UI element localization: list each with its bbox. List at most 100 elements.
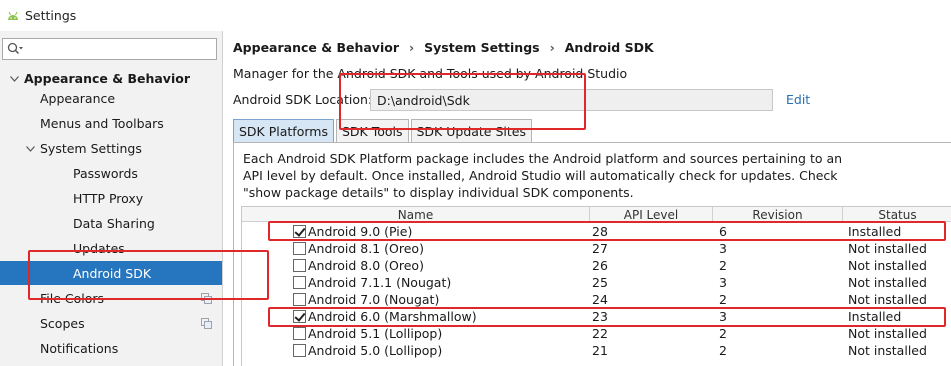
package-checkbox[interactable] — [293, 276, 306, 289]
sidebar-item-label: File Colors — [40, 291, 105, 306]
api-level-cell: 26 — [592, 258, 608, 273]
sidebar-item-label: Menus and Toolbars — [40, 116, 164, 131]
title-bar: Settings — [0, 0, 951, 31]
breadcrumb-separator-icon: › — [549, 40, 555, 55]
package-checkbox[interactable] — [293, 344, 306, 357]
status-cell: Not installed — [848, 343, 927, 358]
sidebar-item-label: Appearance — [40, 91, 116, 106]
package-name-cell: Android 9.0 (Pie) — [308, 224, 413, 239]
sidebar-item-updates[interactable]: Updates — [0, 236, 222, 261]
search-icon[interactable] — [7, 42, 23, 56]
sdk-location-field[interactable]: D:\android\Sdk — [370, 89, 773, 111]
project-scope-icon — [201, 317, 212, 329]
sidebar-item-label: Data Sharing — [73, 216, 155, 231]
table-header: Name API Level Revision Status — [242, 207, 951, 222]
sidebar-item-notifications[interactable]: Notifications — [0, 336, 222, 361]
breadcrumb-item: System Settings — [424, 40, 540, 55]
sidebar-item-file-colors[interactable]: File Colors — [0, 286, 222, 311]
sidebar-item-system-settings[interactable]: System Settings — [0, 136, 222, 161]
status-cell: Installed — [848, 224, 902, 239]
table-row[interactable]: Android 7.1.1 (Nougat) 25 3 Not installed — [242, 274, 951, 291]
package-name-cell: Android 8.0 (Oreo) — [308, 258, 424, 273]
search-input[interactable] — [2, 38, 217, 60]
package-name-cell: Android 8.1 (Oreo) — [308, 241, 424, 256]
api-level-cell: 25 — [592, 275, 608, 290]
tab-bar: SDK Platforms SDK Tools SDK Update Sites — [233, 119, 534, 142]
column-header-name[interactable]: Name — [242, 207, 590, 222]
project-scope-icon — [201, 292, 212, 304]
sidebar-item-passwords[interactable]: Passwords — [0, 161, 222, 186]
android-logo-icon — [8, 11, 18, 20]
sidebar-item-label: Updates — [73, 241, 125, 256]
package-name-cell: Android 7.1.1 (Nougat) — [308, 275, 452, 290]
package-checkbox[interactable] — [293, 242, 306, 255]
package-checkbox[interactable] — [293, 310, 306, 323]
sidebar-item-label: Passwords — [73, 166, 138, 181]
api-level-cell: 24 — [592, 292, 608, 307]
revision-cell: 2 — [719, 292, 727, 307]
breadcrumb-item: Appearance & Behavior — [233, 40, 399, 55]
sdk-location-label: Android SDK Location: — [233, 92, 373, 107]
table-row[interactable]: Android 8.0 (Oreo) 26 2 Not installed — [242, 257, 951, 274]
sidebar-item-label: System Settings — [40, 141, 142, 156]
column-header-api-level[interactable]: API Level — [590, 207, 713, 222]
column-header-revision[interactable]: Revision — [713, 207, 843, 222]
tab-sdk-tools[interactable]: SDK Tools — [335, 119, 409, 142]
table-row[interactable]: Android 5.1 (Lollipop) 22 2 Not installed — [242, 325, 951, 342]
panel-description: Each Android SDK Platform package includ… — [243, 151, 843, 200]
edit-link[interactable]: Edit — [786, 92, 810, 107]
sidebar-item-label: Android SDK — [73, 265, 152, 281]
package-name-cell: Android 5.1 (Lollipop) — [308, 326, 443, 341]
window-title: Settings — [25, 8, 77, 23]
page-description: Manager for the Android SDK and Tools us… — [233, 66, 628, 81]
sdk-location-value: D:\android\Sdk — [377, 92, 470, 108]
breadcrumb-separator-icon: › — [409, 40, 415, 55]
sidebar-item-label: Notifications — [40, 341, 119, 356]
sidebar-item-menus-and-toolbars[interactable]: Menus and Toolbars — [0, 111, 222, 136]
status-cell: Not installed — [848, 241, 927, 256]
api-level-cell: 22 — [592, 326, 608, 341]
status-cell: Not installed — [848, 326, 927, 341]
sidebar-item-label: Scopes — [40, 316, 85, 331]
revision-cell: 3 — [719, 241, 727, 256]
package-name-cell: Android 6.0 (Marshmallow) — [308, 309, 477, 324]
package-checkbox[interactable] — [293, 327, 306, 340]
revision-cell: 2 — [719, 258, 727, 273]
column-header-status[interactable]: Status — [843, 207, 951, 222]
chevron-down-icon[interactable] — [8, 73, 20, 85]
tab-sdk-platforms[interactable]: SDK Platforms — [233, 119, 334, 142]
status-cell: Not installed — [848, 258, 927, 273]
status-cell: Not installed — [848, 292, 927, 307]
table-row[interactable]: Android 7.0 (Nougat) 24 2 Not installed — [242, 291, 951, 308]
revision-cell: 3 — [719, 309, 727, 324]
package-checkbox[interactable] — [293, 225, 306, 238]
revision-cell: 2 — [719, 326, 727, 341]
sidebar-item-label: Appearance & Behavior — [24, 71, 190, 86]
package-name-cell: Android 5.0 (Lollipop) — [308, 343, 443, 358]
chevron-down-icon[interactable] — [24, 143, 36, 155]
table-row[interactable]: Android 5.0 (Lollipop) 21 2 Not installed — [242, 342, 951, 359]
sidebar-item-data-sharing[interactable]: Data Sharing — [0, 211, 222, 236]
status-cell: Installed — [848, 309, 902, 324]
sdk-platforms-table: Name API Level Revision Status Android 9… — [241, 206, 951, 366]
revision-cell: 3 — [719, 275, 727, 290]
api-level-cell: 23 — [592, 309, 608, 324]
table-row[interactable]: Android 9.0 (Pie) 28 6 Installed — [242, 223, 951, 240]
sidebar-item-android-sdk[interactable]: Android SDK — [0, 261, 222, 285]
sidebar-item-label: HTTP Proxy — [73, 191, 144, 206]
sidebar-item-http-proxy[interactable]: HTTP Proxy — [0, 186, 222, 211]
sidebar-item-appearance[interactable]: Appearance — [0, 86, 222, 111]
api-level-cell: 28 — [592, 224, 608, 239]
tab-sdk-update-sites[interactable]: SDK Update Sites — [410, 119, 532, 142]
sidebar-item-scopes[interactable]: Scopes — [0, 311, 222, 336]
revision-cell: 6 — [719, 224, 727, 239]
api-level-cell: 21 — [592, 343, 608, 358]
package-checkbox[interactable] — [293, 293, 306, 306]
package-name-cell: Android 7.0 (Nougat) — [308, 292, 440, 307]
breadcrumb-item: Android SDK — [564, 40, 654, 55]
status-cell: Not installed — [848, 275, 927, 290]
breadcrumb: Appearance & Behavior › System Settings … — [233, 40, 654, 55]
package-checkbox[interactable] — [293, 259, 306, 272]
table-row[interactable]: Android 8.1 (Oreo) 27 3 Not installed — [242, 240, 951, 257]
table-row[interactable]: Android 6.0 (Marshmallow) 23 3 Installed — [242, 308, 951, 325]
